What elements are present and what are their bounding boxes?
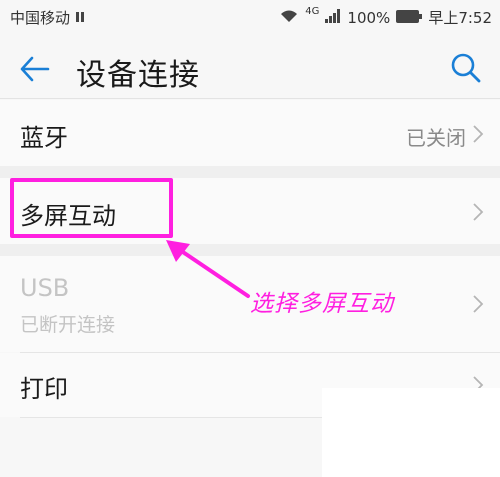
bluetooth-label: 蓝牙 (20, 124, 68, 152)
status-right: 4G 100% 早上7:52 (279, 6, 492, 28)
search-icon (451, 53, 481, 83)
header-divider (0, 98, 500, 99)
network-type: 4G (305, 6, 320, 17)
search-button[interactable] (450, 52, 482, 84)
list-item-bluetooth[interactable]: 蓝牙 已关闭 (0, 100, 500, 166)
chevron-right-icon (473, 125, 484, 143)
clock: 早上7:52 (428, 9, 492, 27)
battery-icon (396, 9, 423, 27)
back-arrow-icon (20, 56, 50, 82)
battery-percent: 100% (347, 8, 391, 27)
usb-label: USB (20, 274, 70, 302)
back-button[interactable] (18, 54, 52, 84)
status-left: 中国移动 (10, 7, 87, 28)
print-label: 打印 (20, 375, 68, 403)
chevron-right-icon (473, 295, 484, 313)
highlight-box (10, 178, 173, 238)
usb-status: 已断开连接 (20, 314, 116, 336)
section-gap (0, 166, 500, 178)
app-bar: 设备连接 (0, 34, 500, 100)
annotation-arrow (166, 240, 250, 298)
annotation-text: 选择多屏互动 (250, 291, 394, 317)
hd-call-icon (75, 10, 87, 28)
overlay-patch (322, 388, 500, 477)
signal-icon (325, 8, 341, 27)
page-title: 设备连接 (76, 58, 200, 93)
wifi-icon (279, 8, 299, 28)
chevron-right-icon (473, 203, 484, 221)
bluetooth-status: 已关闭 (406, 126, 466, 150)
carrier-name: 中国移动 (10, 9, 71, 27)
status-bar: 中国移动 4G 100% 早上7:52 (0, 0, 500, 34)
